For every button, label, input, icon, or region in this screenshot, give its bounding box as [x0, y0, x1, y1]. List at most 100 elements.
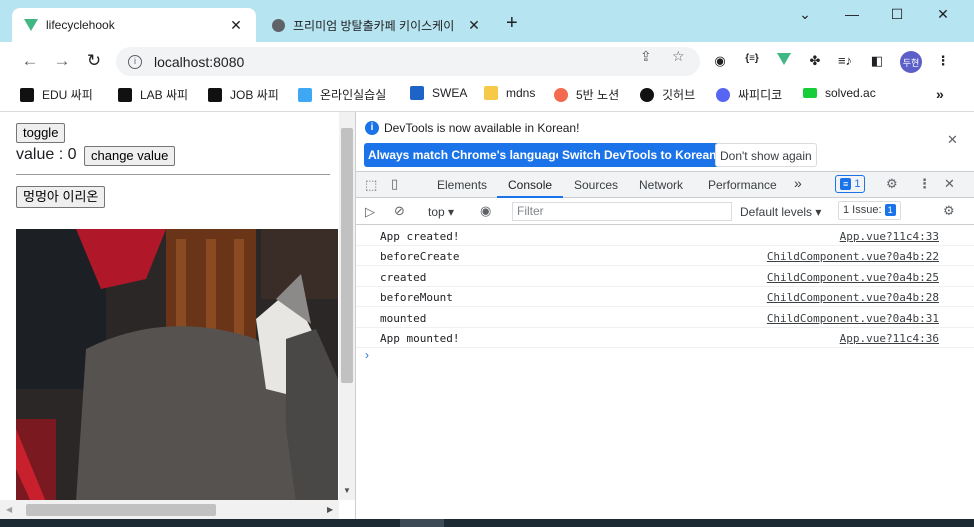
info-icon: i — [365, 121, 379, 135]
log-source-link[interactable]: App.vue?11c4:33 — [840, 230, 939, 243]
vertical-scroll-thumb[interactable] — [341, 128, 353, 383]
bookmark-label: solved.ac — [825, 86, 876, 100]
back-icon[interactable]: ← — [20, 51, 40, 71]
page-viewport: toggle value : 0 change value 멍멍아 이리온 — [0, 112, 355, 519]
tab-elements[interactable]: Elements — [437, 178, 487, 192]
bookmark-lab[interactable]: LAB 싸피 — [118, 86, 188, 103]
close-tab-icon[interactable]: ✕ — [466, 17, 482, 34]
console-log-row: App created! App.vue?11c4:33 — [356, 226, 974, 246]
close-window-button[interactable]: ✕ — [928, 6, 958, 23]
log-source-link[interactable]: ChildComponent.vue?0a4b:22 — [767, 250, 939, 263]
json-extension-icon[interactable]: {≡} — [742, 53, 762, 64]
tab-lifecyclehook[interactable]: lifecyclehook ✕ — [12, 8, 256, 42]
bookmark-label: 5반 노션 — [576, 88, 620, 102]
maximize-button[interactable]: ☐ — [882, 6, 912, 23]
message-icon: ≡ — [840, 178, 852, 190]
log-source-link[interactable]: ChildComponent.vue?0a4b:31 — [767, 312, 939, 325]
media-control-icon[interactable]: ≡♪ — [836, 53, 854, 68]
log-message: mounted — [380, 312, 427, 325]
peach-icon — [554, 87, 568, 102]
profile-avatar[interactable]: 두현 — [900, 51, 922, 73]
console-prompt[interactable]: › — [365, 348, 369, 362]
log-message: created — [380, 271, 427, 284]
log-source-link[interactable]: App.vue?11c4:36 — [840, 332, 939, 345]
address-bar[interactable]: i localhost:8080 — [116, 47, 700, 76]
log-message: App created! — [380, 230, 460, 243]
toggle-button[interactable]: toggle — [16, 123, 66, 143]
bookmark-swea[interactable]: SWEA — [410, 86, 467, 100]
bookmark-label: 싸피디코 — [738, 88, 783, 102]
info-icon[interactable]: i — [128, 54, 142, 69]
change-value-button[interactable]: change value — [84, 146, 176, 166]
bookmark-star-icon[interactable]: ☆ — [672, 48, 685, 65]
always-match-language-button[interactable]: Always match Chrome's language — [364, 143, 567, 167]
new-tab-button[interactable]: + — [506, 13, 518, 33]
settings-gear-icon[interactable]: ⚙ — [886, 176, 898, 192]
bookmark-notion[interactable]: 5반 노션 — [554, 86, 619, 103]
reload-icon[interactable]: ↻ — [84, 51, 104, 71]
call-dog-button[interactable]: 멍멍아 이리온 — [16, 186, 106, 208]
more-tabs-button[interactable]: » — [794, 175, 802, 191]
eye-icon[interactable]: ◉ — [480, 203, 491, 219]
log-source-link[interactable]: ChildComponent.vue?0a4b:25 — [767, 271, 939, 284]
tab-title: lifecyclehook — [46, 18, 115, 32]
ssafy-icon — [20, 87, 34, 102]
dog-photo — [16, 229, 338, 502]
scroll-down-arrow-icon[interactable]: ▼ — [343, 486, 351, 495]
clear-console-icon[interactable]: ⊘ — [394, 203, 405, 219]
taskbar-item[interactable] — [400, 519, 444, 527]
side-panel-icon[interactable]: ◧ — [868, 53, 886, 69]
bookmark-discord[interactable]: 싸피디코 — [716, 86, 782, 103]
context-selector[interactable]: top ▾ — [428, 205, 454, 219]
bookmarks-bar: EDU 싸피 LAB 싸피 JOB 싸피 온라인실습실 SWEA mdns 5반… — [0, 80, 974, 112]
extension-gray-icon[interactable]: ◉ — [712, 53, 728, 69]
tab-strip: lifecyclehook ✕ 프리미엄 방탈출카페 키이스케이 ✕ + ⌄ —… — [0, 0, 974, 42]
discord-icon — [716, 87, 730, 102]
console-toolbar: ▷ ⊘ top ▾ ◉ Filter Default levels ▾ 1 Is… — [356, 198, 974, 225]
folder-icon — [484, 86, 498, 100]
devtools-menu-icon[interactable]: ⋮ — [918, 176, 931, 192]
device-toolbar-icon[interactable]: ▯ — [391, 176, 398, 192]
bookmark-solved[interactable]: solved.ac — [803, 86, 876, 100]
devtools-panel: i DevTools is now available in Korean! A… — [355, 112, 974, 519]
bookmark-github[interactable]: 깃허브 — [640, 86, 695, 103]
minimize-button[interactable]: — — [837, 6, 867, 22]
bookmarks-overflow-button[interactable]: » — [936, 86, 944, 102]
tab-network[interactable]: Network — [639, 178, 683, 192]
extensions-puzzle-icon[interactable]: ✤ — [806, 53, 824, 69]
tab-sources[interactable]: Sources — [574, 178, 618, 192]
filter-input[interactable]: Filter — [512, 202, 732, 221]
close-tab-icon[interactable]: ✕ — [228, 17, 244, 34]
tab-performance[interactable]: Performance — [708, 178, 777, 192]
log-levels-dropdown[interactable]: Default levels ▾ — [740, 205, 821, 219]
console-log-row: beforeCreate ChildComponent.vue?0a4b:22 — [356, 246, 974, 266]
console-log-row: App mounted! App.vue?11c4:36 — [356, 328, 974, 348]
solved-ac-icon — [803, 88, 817, 98]
console-settings-icon[interactable]: ⚙ — [943, 203, 955, 219]
close-devtools-icon[interactable]: ✕ — [944, 176, 955, 192]
forward-icon[interactable]: → — [52, 51, 72, 71]
tab-console[interactable]: Console — [508, 178, 552, 192]
menu-kebab-icon[interactable]: ⋮ — [936, 53, 950, 69]
vue-devtools-icon[interactable] — [776, 53, 792, 68]
sidebar-toggle-icon[interactable]: ▷ — [365, 204, 375, 220]
dont-show-again-button[interactable]: Don't show again — [715, 143, 817, 167]
bookmark-job[interactable]: JOB 싸피 — [208, 86, 279, 103]
issues-badge-button[interactable]: ≡ 1 — [835, 175, 866, 193]
bookmark-mdns[interactable]: mdns — [484, 86, 535, 100]
log-source-link[interactable]: ChildComponent.vue?0a4b:28 — [767, 291, 939, 304]
scroll-left-arrow-icon[interactable]: ◀ — [6, 505, 12, 514]
bookmark-online-lab[interactable]: 온라인실습실 — [298, 86, 386, 103]
issues-button[interactable]: 1 Issue: 1 — [838, 201, 901, 220]
share-icon[interactable]: ⇪ — [640, 48, 652, 65]
inspect-element-icon[interactable]: ⬚ — [365, 177, 377, 193]
horizontal-scroll-thumb[interactable] — [26, 504, 216, 516]
tab-search-icon[interactable]: ⌄ — [790, 6, 820, 23]
online-lab-icon — [298, 87, 312, 102]
bookmark-edu[interactable]: EDU 싸피 — [20, 86, 93, 103]
close-notice-icon[interactable]: ✕ — [947, 132, 958, 148]
scroll-right-arrow-icon[interactable]: ▶ — [327, 505, 333, 514]
bookmark-label: 온라인실습실 — [320, 88, 387, 102]
switch-to-korean-button[interactable]: Switch DevTools to Korean — [558, 143, 721, 167]
tab-escape-cafe[interactable]: 프리미엄 방탈출카페 키이스케이 ✕ — [262, 8, 492, 42]
